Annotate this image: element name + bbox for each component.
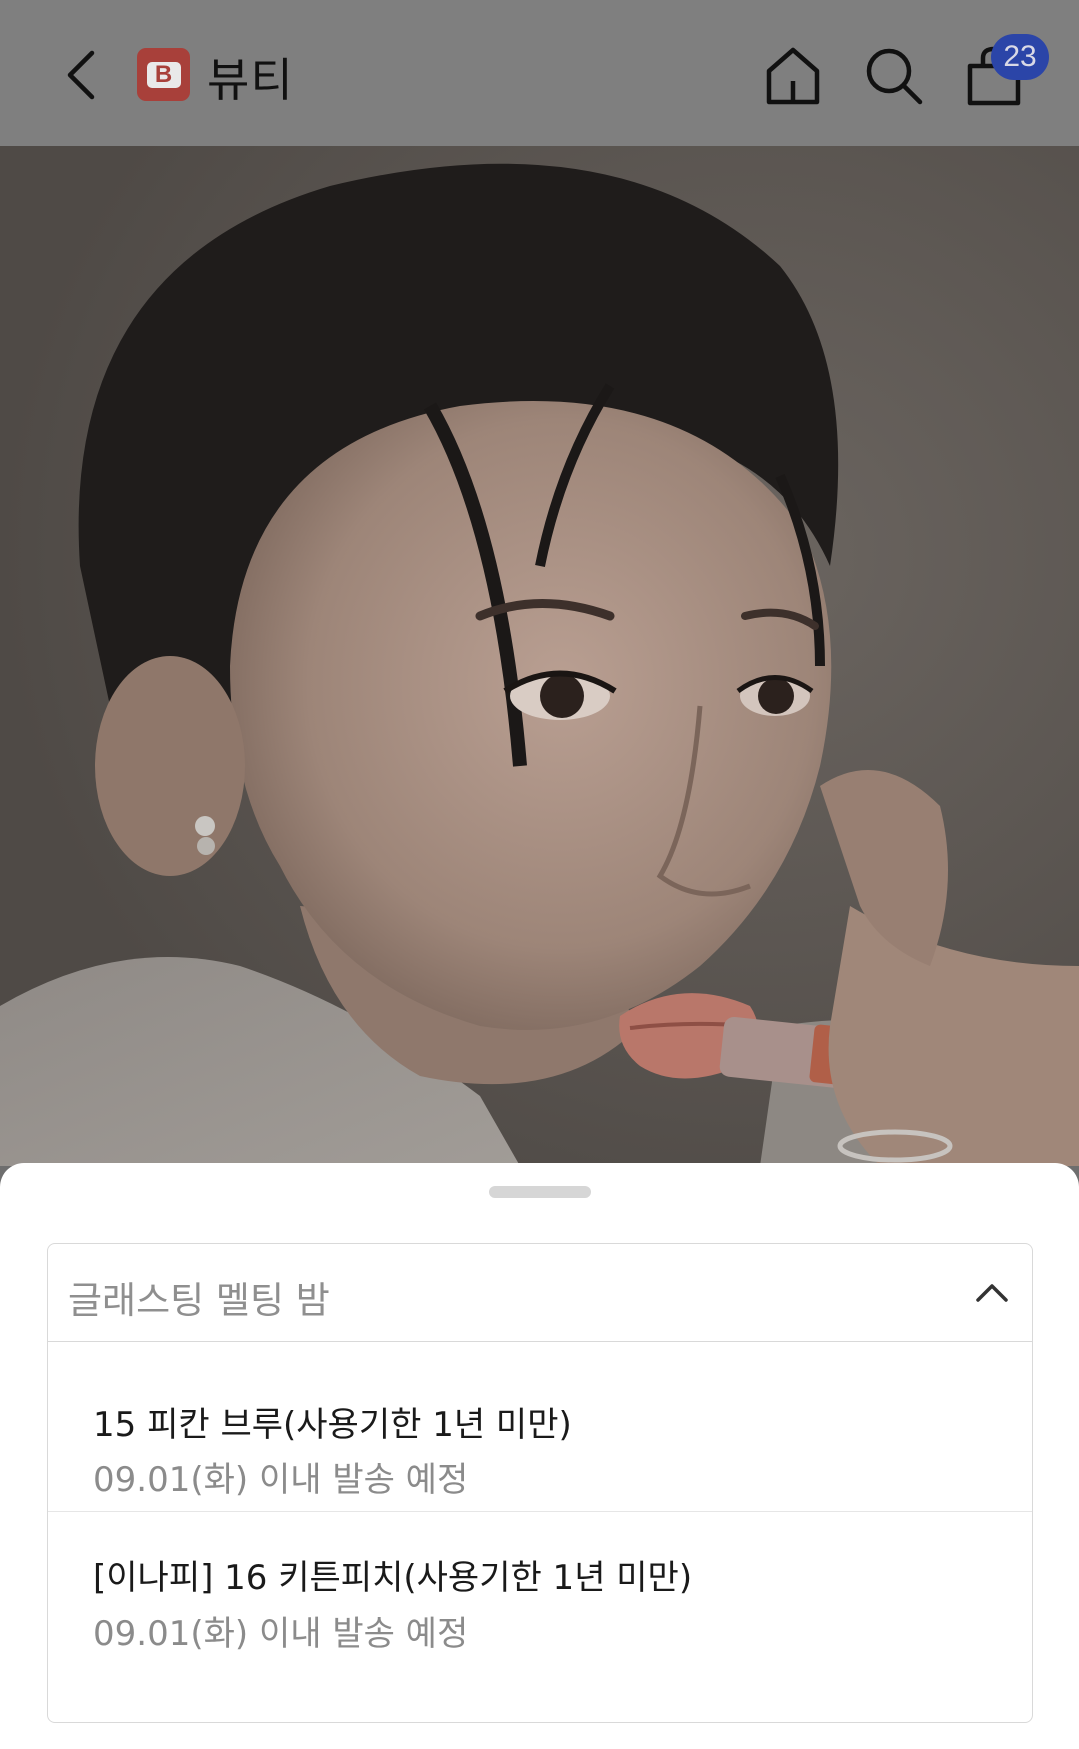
chevron-up-icon bbox=[976, 1284, 1008, 1302]
cart-count-badge: 23 bbox=[991, 34, 1049, 80]
option-name: [이나피] 16 키튼피치(사용기한 1년 미만) bbox=[93, 1558, 693, 1598]
product-hero-image bbox=[0, 146, 1079, 1166]
option-dropdown-header[interactable]: 글래스팅 멜팅 밤 bbox=[48, 1244, 1032, 1342]
sheet-drag-handle[interactable] bbox=[489, 1186, 591, 1198]
option-bottom-sheet: 글래스팅 멜팅 밤 15 피칸 브루(사용기한 1년 미만) 09.01(화) … bbox=[0, 1163, 1079, 1749]
chevron-left-icon bbox=[67, 50, 95, 100]
top-nav-bar: B 뷰티 23 bbox=[0, 0, 1079, 146]
home-button[interactable] bbox=[757, 40, 829, 112]
option-item[interactable]: 15 피칸 브루(사용기한 1년 미만) 09.01(화) 이내 발송 예정 bbox=[48, 1342, 1032, 1512]
search-icon bbox=[866, 48, 923, 105]
dropdown-title: 글래스팅 멜팅 밤 bbox=[68, 1279, 330, 1322]
option-item[interactable]: [이나피] 16 키튼피치(사용기한 1년 미만) 09.01(화) 이내 발송… bbox=[48, 1513, 1032, 1683]
option-dropdown: 글래스팅 멜팅 밤 15 피칸 브루(사용기한 1년 미만) 09.01(화) … bbox=[47, 1243, 1033, 1723]
brand-logo-letter: B bbox=[146, 61, 181, 88]
model-photo bbox=[0, 146, 1079, 1166]
back-button[interactable] bbox=[52, 40, 112, 110]
brand-logo[interactable]: B bbox=[137, 48, 190, 101]
option-shipping-date: 09.01(화) 이내 발송 예정 bbox=[93, 1460, 469, 1500]
brand-title[interactable]: 뷰티 bbox=[207, 44, 294, 110]
search-button[interactable] bbox=[858, 40, 930, 112]
home-icon bbox=[766, 47, 820, 105]
option-shipping-date: 09.01(화) 이내 발송 예정 bbox=[93, 1614, 469, 1654]
option-name: 15 피칸 브루(사용기한 1년 미만) bbox=[93, 1405, 572, 1445]
product-page: B 뷰티 23 글래스팅 멜팅 밤 15 피칸 브루(사용기한 1년 미만) 0… bbox=[0, 0, 1079, 1749]
